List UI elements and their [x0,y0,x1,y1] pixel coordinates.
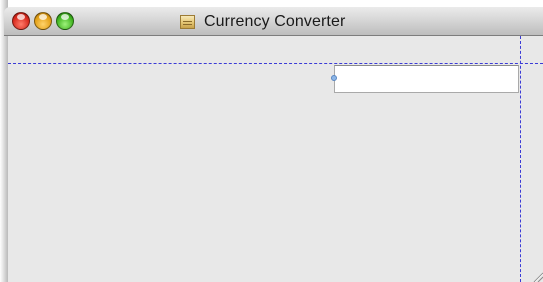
horizontal-layout-guide [8,63,543,64]
close-button[interactable] [12,12,30,30]
currency-converter-window: Currency Converter [0,0,543,282]
document-icon [180,15,195,29]
minimize-button[interactable] [34,12,52,30]
window-title: Currency Converter [204,13,346,30]
window-left-edge [0,0,8,282]
vertical-layout-guide [520,36,521,282]
amount-text-field[interactable] [334,65,519,93]
resize-grip-icon[interactable] [531,270,543,282]
window-title-group: Currency Converter [180,13,345,31]
title-bar[interactable]: Currency Converter [4,7,543,36]
selection-handle[interactable] [331,75,337,81]
zoom-button[interactable] [56,12,74,30]
